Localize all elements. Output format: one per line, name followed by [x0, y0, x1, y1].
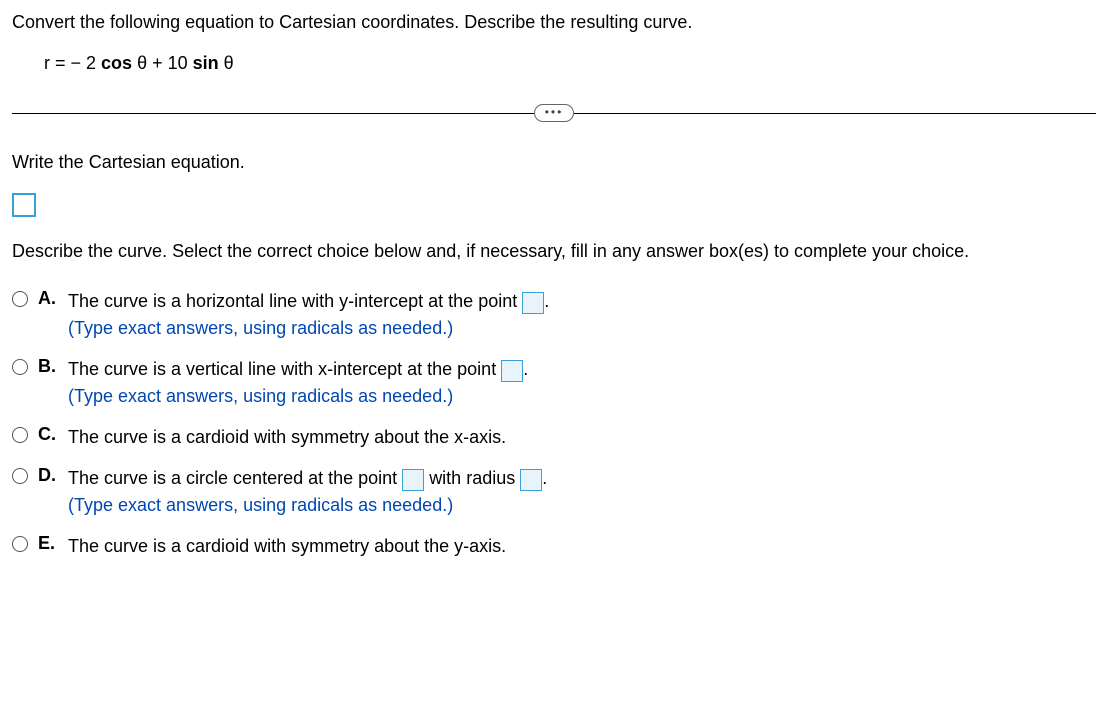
dots-icon[interactable]: ••• [534, 104, 575, 122]
option-letter: B. [38, 356, 58, 377]
divider-line-left [12, 113, 534, 114]
option-a-text2: . [544, 291, 549, 311]
option-a-hint: (Type exact answers, using radicals as n… [68, 318, 453, 338]
option-e-text: The curve is a cardioid with symmetry ab… [68, 536, 506, 556]
prompt-write-equation: Write the Cartesian equation. [12, 152, 1096, 173]
option-b-text1: The curve is a vertical line with x-inte… [68, 359, 501, 379]
radio-e[interactable] [12, 536, 28, 552]
option-b-hint: (Type exact answers, using radicals as n… [68, 386, 453, 406]
option-letter: C. [38, 424, 58, 445]
cartesian-equation-input[interactable] [12, 193, 36, 217]
option-d-text3: . [542, 468, 547, 488]
option-d-text1: The curve is a circle centered at the po… [68, 468, 402, 488]
option-c[interactable]: C. The curve is a cardioid with symmetry… [12, 424, 1096, 451]
option-d-text2: with radius [429, 468, 520, 488]
radio-b[interactable] [12, 359, 28, 375]
option-a-input[interactable] [522, 292, 544, 314]
radio-d[interactable] [12, 468, 28, 484]
option-e[interactable]: E. The curve is a cardioid with symmetry… [12, 533, 1096, 560]
divider: ••• [12, 104, 1096, 122]
option-letter: E. [38, 533, 58, 554]
equation: r = − 2 cos θ + 10 sin θ [44, 53, 1096, 74]
radio-a[interactable] [12, 291, 28, 307]
option-c-text: The curve is a cardioid with symmetry ab… [68, 427, 506, 447]
option-b[interactable]: B. The curve is a vertical line with x-i… [12, 356, 1096, 410]
option-a-text1: The curve is a horizontal line with y-in… [68, 291, 522, 311]
option-d-hint: (Type exact answers, using radicals as n… [68, 495, 453, 515]
describe-prompt: Describe the curve. Select the correct c… [12, 239, 1096, 264]
option-letter: D. [38, 465, 58, 486]
divider-line-right [574, 113, 1096, 114]
option-d-input-2[interactable] [520, 469, 542, 491]
option-d-input-1[interactable] [402, 469, 424, 491]
radio-c[interactable] [12, 427, 28, 443]
option-a[interactable]: A. The curve is a horizontal line with y… [12, 288, 1096, 342]
option-letter: A. [38, 288, 58, 309]
option-b-input[interactable] [501, 360, 523, 382]
question-text: Convert the following equation to Cartes… [12, 10, 1096, 35]
option-d[interactable]: D. The curve is a circle centered at the… [12, 465, 1096, 519]
option-b-text2: . [523, 359, 528, 379]
